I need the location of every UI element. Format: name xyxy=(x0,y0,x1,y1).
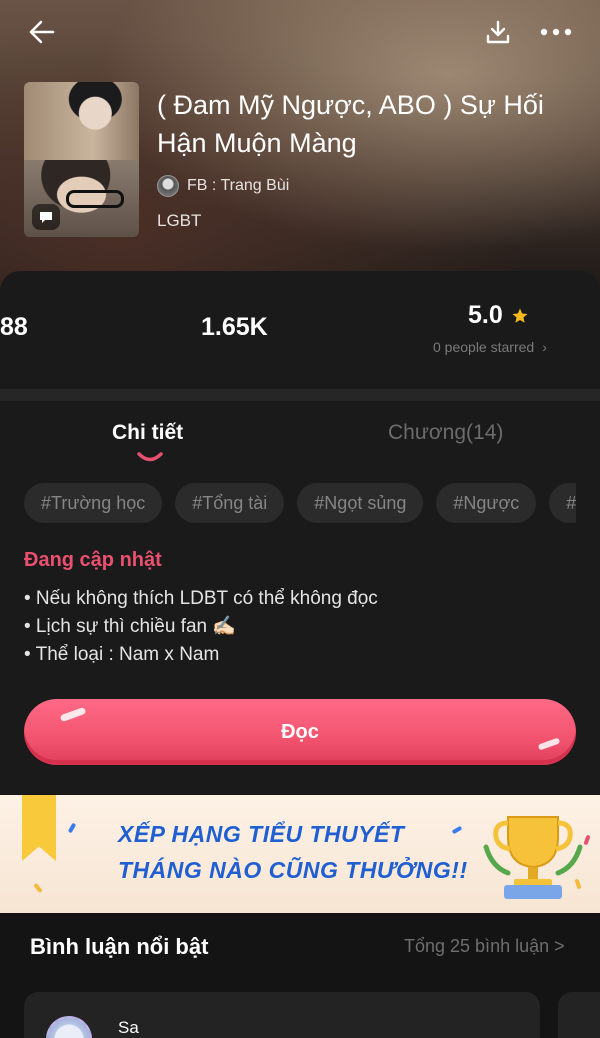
trophy-icon xyxy=(483,816,583,899)
stats-card: 88 1.65K 5.0 0 people starred › xyxy=(0,271,600,389)
section-divider xyxy=(0,389,600,401)
back-button[interactable] xyxy=(22,12,62,52)
cover-glasses-art xyxy=(66,190,124,208)
rating-value-row: 5.0 xyxy=(468,301,529,330)
banner-headline: XẾP HẠNG TIỂU THUYẾT xyxy=(118,821,405,847)
tab-details[interactable]: Chi tiết xyxy=(112,421,183,445)
avatar xyxy=(46,1016,92,1038)
rating-count: 0 people starred xyxy=(433,339,535,355)
more-dots-icon xyxy=(540,28,572,36)
rating-value: 5.0 xyxy=(468,301,503,329)
rating-count-link[interactable]: 0 people starred › xyxy=(433,339,547,355)
tab-chapters[interactable]: Chương(14) xyxy=(388,421,503,445)
comments-heading: Bình luận nổi bật xyxy=(30,934,209,959)
comments-total-link[interactable]: Tổng 25 bình luận > xyxy=(404,936,565,957)
update-status: Đang cập nhật xyxy=(24,549,162,571)
confetti xyxy=(67,822,77,834)
read-button[interactable]: Đọc xyxy=(24,699,576,765)
description-line: • Nếu không thích LDBT có thể không đọc xyxy=(24,588,378,609)
download-icon xyxy=(486,20,510,44)
chevron-right-icon: › xyxy=(542,339,547,355)
stat-value-2: 1.65K xyxy=(201,313,268,341)
comment-username: Sa xyxy=(118,1018,139,1037)
chat-bubble-icon xyxy=(32,204,60,230)
tag-chip[interactable]: # xyxy=(549,483,576,523)
book-header: ( Đam Mỹ Ngược, ABO ) Sự Hối Hận Muộn Mà… xyxy=(0,0,600,300)
book-cover[interactable] xyxy=(24,82,139,237)
book-description: • Nếu không thích LDBT có thể không đọc … xyxy=(24,585,584,669)
confetti xyxy=(33,882,43,894)
button-shine xyxy=(537,737,561,751)
banner-subline: THÁNG NÀO CŨNG THƯỞNG!! xyxy=(118,857,468,883)
details-panel: Chi tiết Chương(14) #Trường học #Tổng tà… xyxy=(0,401,600,794)
description-line: • Lịch sự thì chiều fan ✍🏻 xyxy=(24,616,237,637)
more-button[interactable] xyxy=(536,12,576,52)
description-line: • Thể loại : Nam x Nam xyxy=(24,644,220,665)
top-bar xyxy=(0,0,600,64)
ribbon-icon xyxy=(22,795,56,861)
comment-card[interactable]: Sa xyxy=(24,992,540,1038)
author-avatar xyxy=(157,175,179,197)
tag-chip[interactable]: #Trường học xyxy=(24,483,163,523)
tag-chip[interactable]: #Ngọt sủng xyxy=(297,483,424,523)
tag-list: #Trường học #Tổng tài #Ngọt sủng #Ngược … xyxy=(24,483,576,525)
tab-active-indicator xyxy=(137,452,163,462)
book-title: ( Đam Mỹ Ngược, ABO ) Sự Hối Hận Muộn Mà… xyxy=(157,90,544,158)
author-row[interactable]: FB : Trang Bùi xyxy=(157,174,289,198)
read-button-label: Đọc xyxy=(281,720,319,743)
arrow-left-icon xyxy=(29,20,55,44)
stat-value-1: 88 xyxy=(0,313,28,341)
author-name: FB : Trang Bùi xyxy=(187,177,290,194)
download-button[interactable] xyxy=(478,12,518,52)
confetti xyxy=(451,825,463,835)
book-genre: LGBT xyxy=(157,211,202,230)
cover-art-top xyxy=(24,82,139,160)
tag-chip[interactable]: #Ngược xyxy=(436,483,537,523)
tag-chip[interactable]: #Tổng tài xyxy=(175,483,285,523)
button-shine xyxy=(59,706,87,723)
comment-card[interactable] xyxy=(558,992,600,1038)
ranking-banner[interactable]: XẾP HẠNG TIỂU THUYẾT THÁNG NÀO CŨNG THƯỞ… xyxy=(0,795,600,913)
star-icon xyxy=(512,308,528,323)
